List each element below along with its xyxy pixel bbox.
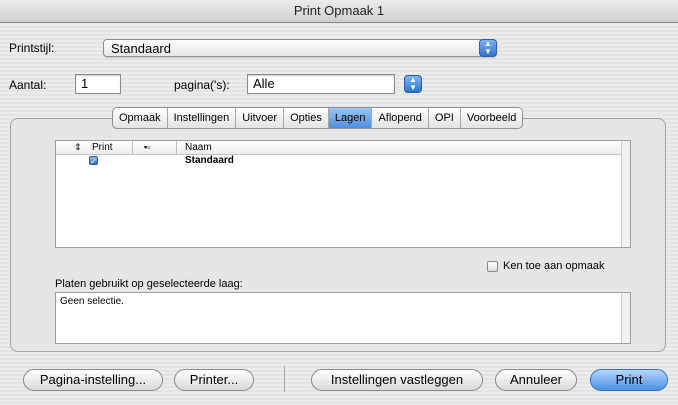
sort-arrows-icon[interactable]: ⇕	[74, 141, 82, 154]
table-header: ⇕ Print ▪▫ Naam	[56, 141, 630, 155]
checkmark-icon: ✓	[90, 157, 97, 166]
window-title: Print Opmaak 1	[0, 0, 678, 23]
copies-input[interactable]: 1	[75, 74, 121, 94]
column-header-name[interactable]: Naam	[185, 141, 212, 154]
apply-to-layout-checkbox[interactable]	[487, 261, 498, 272]
tab-opties[interactable]: Opties	[284, 108, 329, 128]
print-style-label: Printstijl:	[9, 41, 55, 55]
row-name: Standaard	[185, 155, 234, 166]
print-style-value: Standaard	[111, 41, 171, 56]
print-style-popup[interactable]: Standaard	[103, 39, 497, 57]
tab-uitvoer[interactable]: Uitvoer	[236, 108, 285, 128]
column-header-print[interactable]: Print	[92, 141, 113, 154]
layer-icon: ▪▫	[144, 142, 151, 152]
plates-value: Geen selectie.	[60, 296, 124, 307]
layers-table[interactable]: ⇕ Print ▪▫ Naam ✓ Standaard	[55, 140, 631, 248]
row-print-checkbox[interactable]: ✓	[89, 156, 98, 166]
pages-stepper-icon[interactable]: ▲ ▼	[404, 75, 422, 93]
tab-aflopend[interactable]: Aflopend	[372, 108, 429, 128]
tab-opi[interactable]: OPI	[429, 108, 461, 128]
pages-label: pagina('s):	[174, 78, 230, 92]
plates-label: Platen gebruikt op geselecteerde laag:	[55, 278, 243, 290]
capture-settings-button[interactable]: Instellingen vastleggen	[311, 369, 483, 391]
printer-button[interactable]: Printer...	[174, 369, 254, 391]
print-style-stepper-icon[interactable]: ▲ ▼	[479, 39, 497, 57]
print-button[interactable]: Print	[590, 369, 668, 391]
tab-bar: Opmaak Instellingen Uitvoer Opties Lagen…	[112, 107, 524, 129]
plates-textarea: Geen selectie.	[55, 292, 631, 344]
page-setup-button[interactable]: Pagina-instelling...	[23, 369, 163, 391]
tab-opmaak[interactable]: Opmaak	[113, 108, 168, 128]
cancel-button[interactable]: Annuleer	[495, 369, 577, 391]
plates-scrollbar[interactable]	[621, 293, 630, 343]
table-scrollbar[interactable]	[621, 141, 630, 247]
apply-to-layout-label: Ken toe aan opmaak	[503, 260, 605, 272]
button-divider	[284, 366, 285, 392]
pages-input[interactable]: Alle	[247, 74, 395, 94]
tab-voorbeeld[interactable]: Voorbeeld	[461, 108, 523, 128]
tab-instellingen[interactable]: Instellingen	[168, 108, 237, 128]
copies-label: Aantal:	[9, 78, 47, 92]
tab-lagen[interactable]: Lagen	[328, 108, 373, 128]
